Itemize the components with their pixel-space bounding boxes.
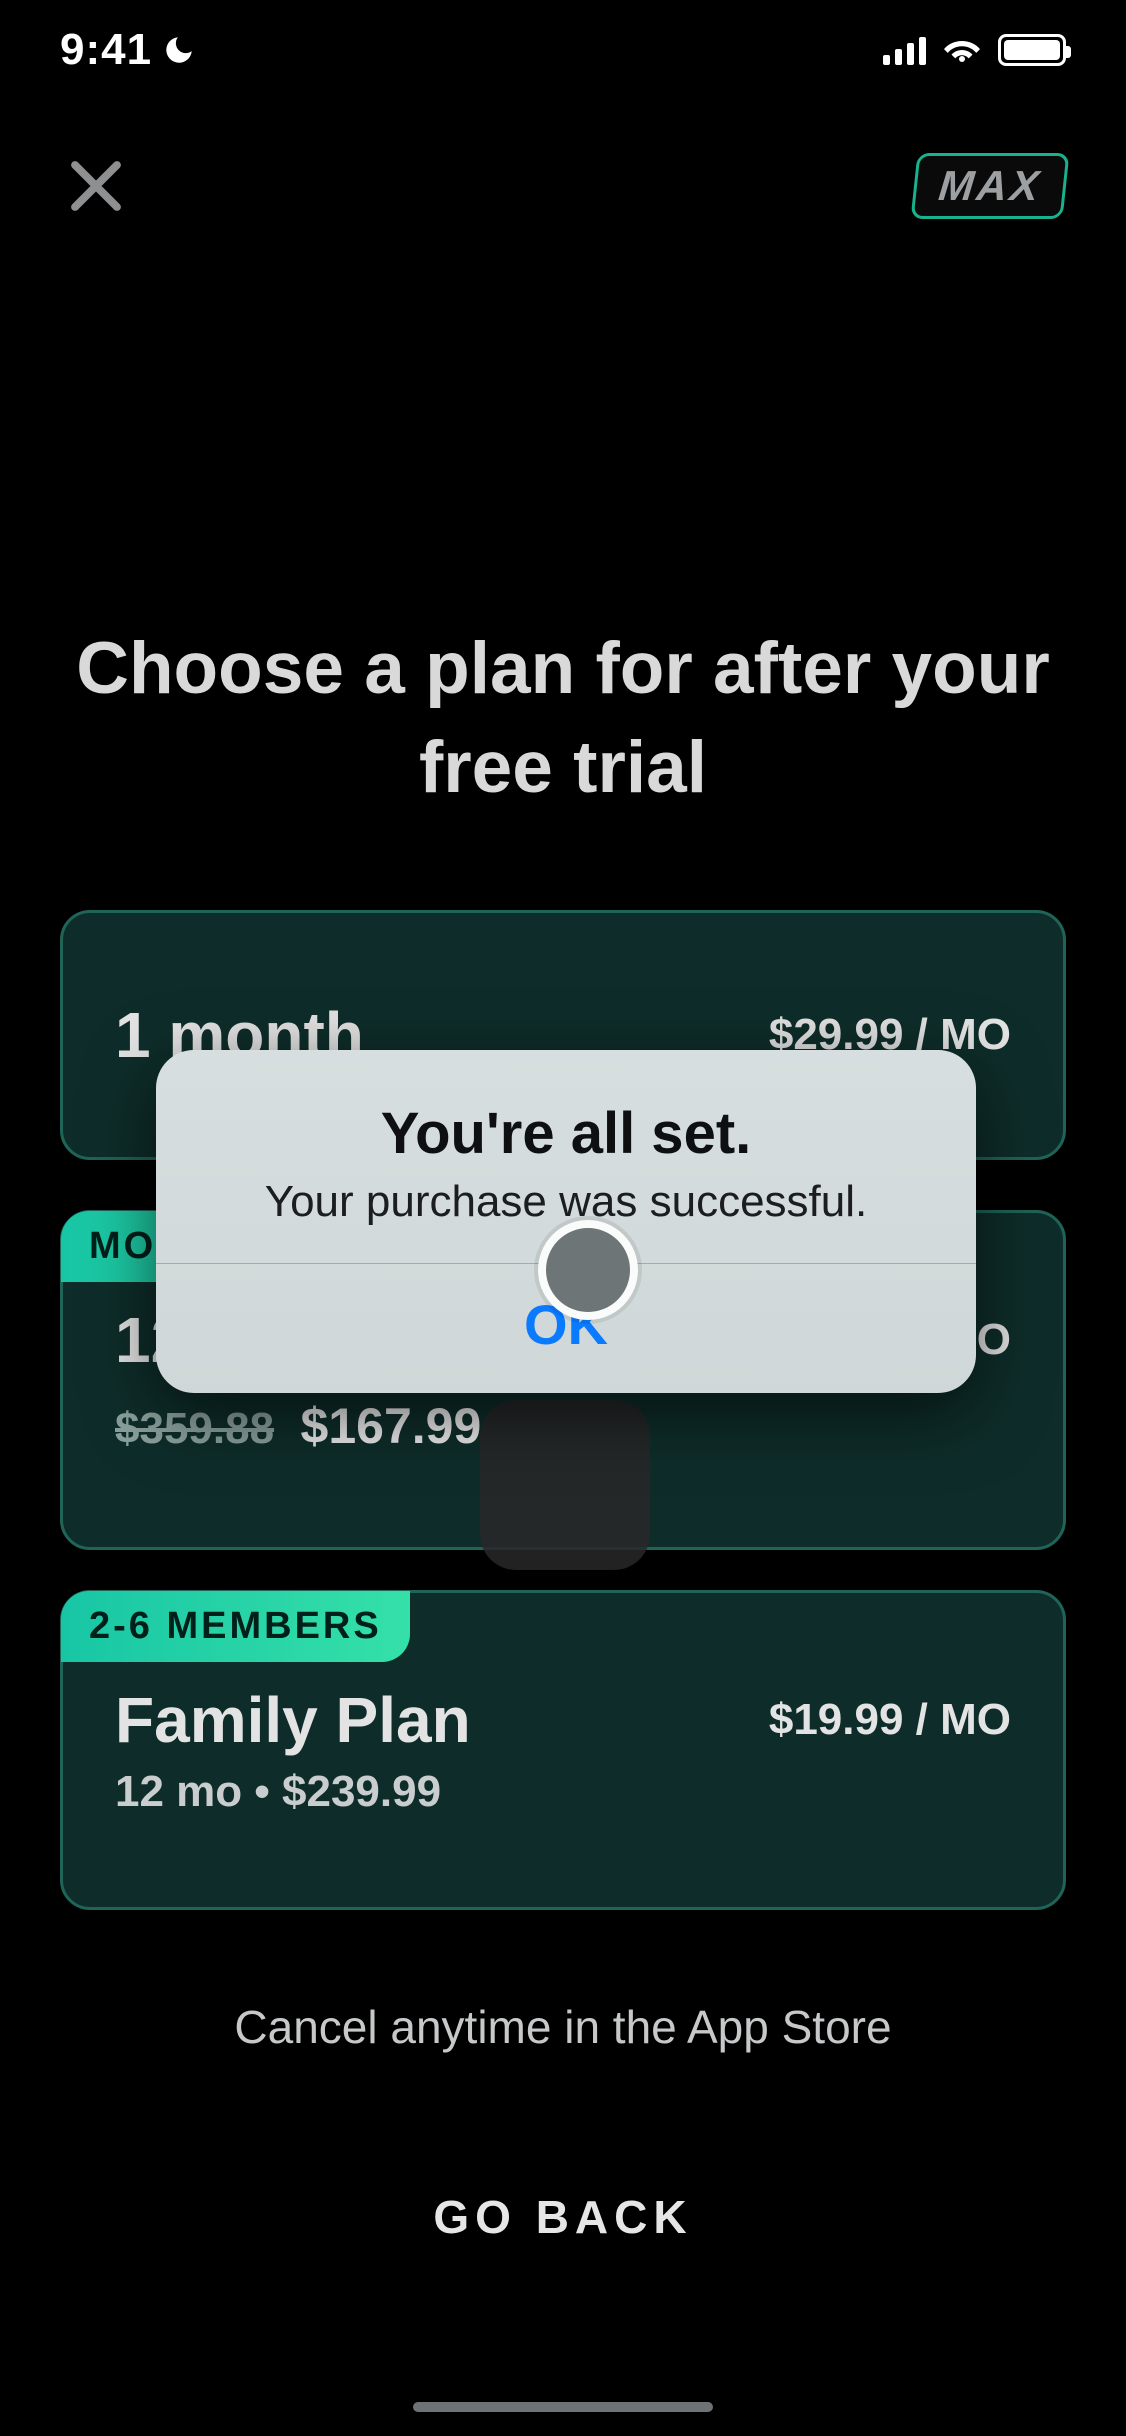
header: MAX — [0, 150, 1126, 222]
status-left: 9:41 — [60, 25, 196, 75]
plan-original-price: $359.88 — [115, 1404, 274, 1453]
go-back-button[interactable]: GO BACK — [0, 2190, 1126, 2244]
alert-title: You're all set. — [216, 1100, 916, 1167]
page-title: Choose a plan for after your free trial — [60, 620, 1066, 817]
status-time: 9:41 — [60, 25, 152, 75]
home-indicator[interactable] — [413, 2402, 713, 2412]
close-icon[interactable] — [60, 150, 132, 222]
touch-indicator-icon — [538, 1220, 638, 1320]
alert-message: Your purchase was successful. — [216, 1177, 916, 1227]
plan-card-family[interactable]: 2-6 MEMBERS Family Plan $19.99 / MO 12 m… — [60, 1590, 1066, 1910]
purchase-success-alert: You're all set. Your purchase was succes… — [156, 1050, 976, 1393]
plan-sale-price: $167.99 — [301, 1398, 482, 1454]
cellular-signal-icon — [883, 35, 926, 65]
wifi-icon — [944, 32, 980, 68]
cancel-note: Cancel anytime in the App Store — [0, 2000, 1126, 2054]
status-bar: 9:41 — [0, 0, 1126, 100]
do-not-disturb-icon — [162, 33, 196, 67]
max-badge: MAX — [910, 153, 1069, 219]
plan-name: Family Plan — [115, 1683, 471, 1757]
status-right — [883, 32, 1066, 68]
plan-price: $19.99 / MO — [769, 1695, 1011, 1745]
members-tag: 2-6 MEMBERS — [61, 1591, 410, 1662]
plan-subline: 12 mo • $239.99 — [115, 1767, 1011, 1817]
battery-icon — [998, 34, 1066, 66]
loading-backdrop — [480, 1400, 650, 1570]
